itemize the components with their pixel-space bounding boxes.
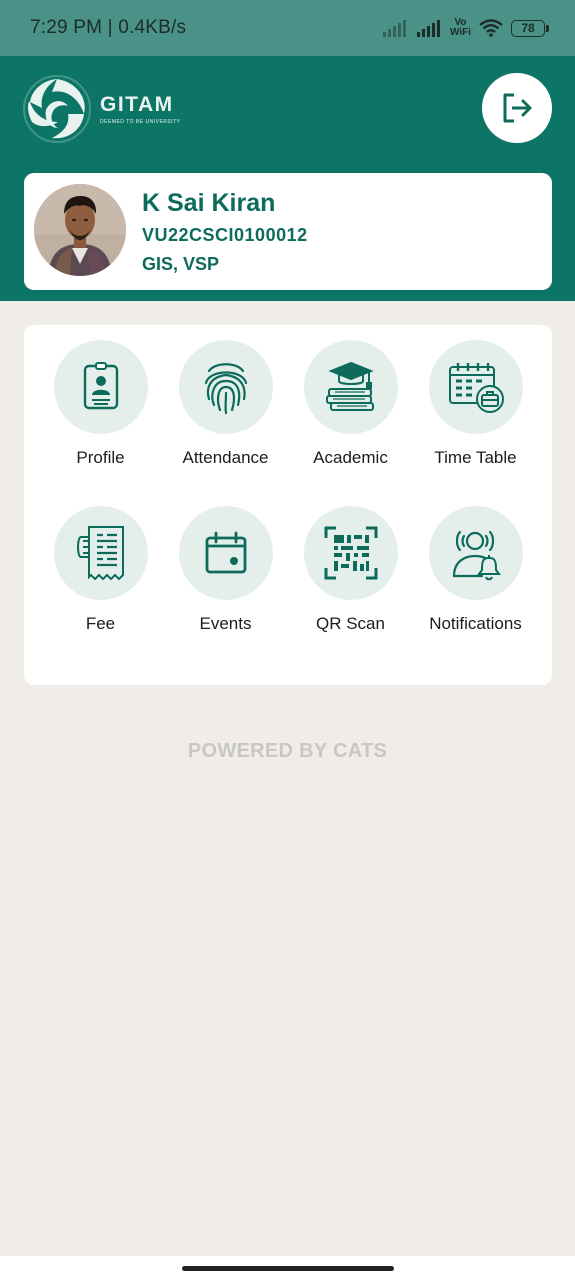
qr-code-icon <box>303 506 398 600</box>
menu-item-notifications[interactable]: Notifications <box>413 506 538 646</box>
battery-icon: 78 <box>511 19 549 37</box>
logout-button[interactable] <box>482 73 552 143</box>
gitam-logo: GITAM DEEMED TO BE UNIVERSITY <box>22 74 181 144</box>
signal-icon-2 <box>416 20 440 37</box>
profile-card[interactable]: K Sai Kiran VU22CSCI0100012 GIS, VSP <box>24 173 552 290</box>
powered-by-text: POWERED BY CATS <box>187 740 388 762</box>
menu-item-qr-scan[interactable]: QR Scan <box>288 506 413 646</box>
logout-icon <box>503 93 532 123</box>
menu-item-events[interactable]: Events <box>163 506 288 646</box>
graduation-books-icon <box>303 340 398 434</box>
menu-label-attendance: Attendance <box>182 448 269 467</box>
logo-subtitle: DEEMED TO BE UNIVERSITY <box>100 119 181 125</box>
signal-icon <box>382 20 406 37</box>
calendar-briefcase-icon <box>428 340 523 434</box>
status-icons: Vo WiFi 78 <box>382 17 549 38</box>
menu-label-events: Events <box>199 614 252 633</box>
navigation-bar <box>0 1256 575 1280</box>
menu-item-academic[interactable]: Academic <box>288 340 413 480</box>
calendar-icon <box>178 506 273 600</box>
menu-label-fee: Fee <box>85 614 116 633</box>
menu-item-fee[interactable]: Fee <box>38 506 163 646</box>
menu-item-profile[interactable]: Profile <box>38 340 163 480</box>
status-time: 7:29 PM | 0.4KB/s <box>30 17 187 38</box>
menu-item-attendance[interactable]: Attendance <box>163 340 288 480</box>
user-id: VU22CSCI0100012 <box>142 225 308 245</box>
user-campus: GIS, VSP <box>142 254 220 274</box>
menu-label-qr-scan: QR Scan <box>316 614 385 633</box>
user-name: K Sai Kiran <box>142 189 276 217</box>
receipt-icon <box>53 506 148 600</box>
avatar-photo <box>34 184 126 276</box>
user-bell-icon <box>428 506 523 600</box>
wifi-icon <box>479 19 503 37</box>
menu-label-time-table: Time Table <box>434 448 517 467</box>
status-bar: 7:29 PM | 0.4KB/s Vo WiFi 78 <box>0 0 575 56</box>
vowifi-icon: Vo WiFi <box>449 17 471 38</box>
home-gesture-handle[interactable] <box>182 1266 394 1271</box>
logo-title: GITAM <box>100 93 174 116</box>
fingerprint-icon <box>178 340 273 434</box>
menu-grid: Profile Attendance Academic Time Table F… <box>24 325 552 685</box>
id-badge-icon <box>53 340 148 434</box>
menu-item-time-table[interactable]: Time Table <box>413 340 538 480</box>
menu-label-academic: Academic <box>313 448 388 467</box>
gitam-emblem-icon <box>23 75 91 143</box>
battery-level: 78 <box>521 21 535 35</box>
menu-label-profile: Profile <box>76 448 125 467</box>
menu-label-notifications: Notifications <box>429 614 522 633</box>
avatar <box>34 184 126 276</box>
app-header: GITAM DEEMED TO BE UNIVERSITY K Sai Kira… <box>0 56 575 301</box>
